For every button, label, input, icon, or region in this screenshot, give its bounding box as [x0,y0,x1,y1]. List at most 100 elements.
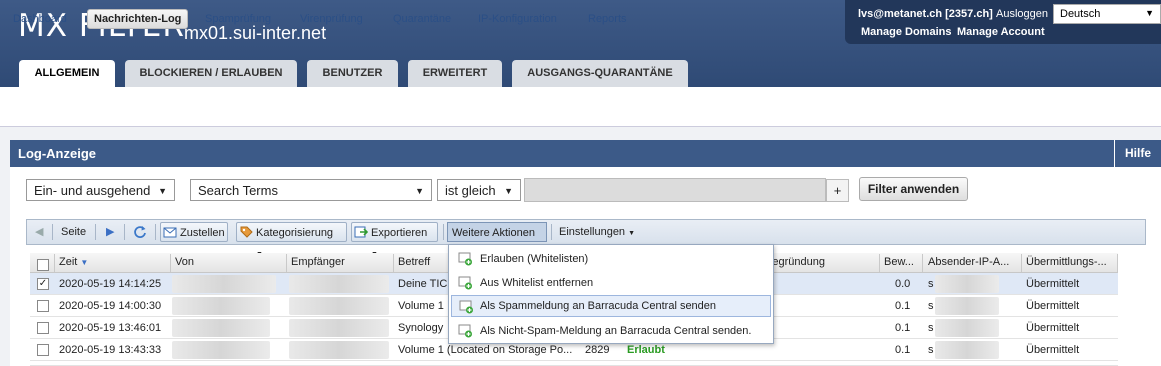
cell-status: Übermittelt [1026,300,1080,312]
menu-item-label: Aus Whitelist entfernen [480,277,594,289]
tab-erweitert[interactable]: ERWEITERT [408,60,502,87]
menu-item-remove-whitelist[interactable]: Aus Whitelist entfernen [451,272,771,294]
redacted-recipient [289,297,389,315]
filter-value-input[interactable] [524,178,826,202]
column-separator [393,254,394,272]
direction-select[interactable]: Ein- und ausgehend ▼ [26,179,175,201]
search-field-value: Search Terms [198,183,278,198]
report-not-spam-icon [458,324,472,338]
cell-score: 0.0 [895,278,911,290]
settings-label: Einstellungen [559,226,626,238]
categorize-label: Kategorisierung [256,227,334,239]
toolbar-separator [52,224,53,240]
column-separator [170,254,171,272]
row-checkbox[interactable] [37,300,49,312]
logout-link[interactable]: Ausloggen [996,8,1048,20]
tab-allgemein[interactable]: ALLGEMEIN [19,60,115,88]
redacted-sender [172,319,270,337]
menu-item-whitelist[interactable]: Erlauben (Whitelisten) [451,248,771,270]
deliver-label: Zustellen [180,227,225,239]
more-actions-menu: Erlauben (Whitelisten) Aus Whitelist ent… [448,244,774,344]
redacted-ip [935,319,999,337]
cell-sender-ip: s [928,300,934,312]
column-header-betreff[interactable]: Betreff [398,256,430,268]
redacted-ip [935,275,999,293]
cell-status: Übermittelt [1026,278,1080,290]
column-separator [286,254,287,272]
search-field-select[interactable]: Search Terms ▼ [190,179,432,201]
chevron-down-icon: ▼ [628,230,636,237]
menu-item-report-spam[interactable]: Als Spammeldung an Barracuda Central sen… [451,295,771,317]
language-value: Deutsch [1060,8,1101,20]
row-checkbox[interactable] [37,344,49,356]
chevron-down-icon: ▼ [158,186,167,196]
operator-select[interactable]: ist gleich ▼ [437,179,521,201]
operator-value: ist gleich [445,183,496,198]
tag-icon [240,226,253,238]
page-label: Seite [61,226,87,238]
manage-domains-link[interactable]: Manage Domains [861,26,951,38]
prev-page-icon[interactable]: ◀ [35,222,43,242]
column-header-von[interactable]: Von [175,256,194,268]
panel-header: Log-Anzeige Hilfe [10,140,1161,167]
chevron-down-icon: ▼ [415,186,424,196]
subnav-quarantaene[interactable]: Quarantäne [393,13,451,25]
table-row[interactable] [30,361,1118,366]
column-separator [54,254,55,272]
more-actions-label: Weitere Aktionen [452,227,535,239]
column-header-uebermittlung[interactable]: Übermittlungs-... [1026,256,1107,268]
menu-item-label: Als Nicht-Spam-Meldung an Barracuda Cent… [480,325,752,337]
column-header-absender-ip[interactable]: Absender-IP-A... [928,256,1009,268]
redacted-sender [172,275,276,293]
cell-score: 0.1 [895,344,911,356]
more-actions-button[interactable]: Weitere Aktionen ▼ [447,222,547,258]
subnav-nachrichten-log[interactable]: Nachrichten-Log [87,9,189,29]
cell-subject: Volume 1 (Located on Storage Po... [398,344,573,356]
redacted-sender [172,297,270,315]
cell-action-allowed: Erlaubt [627,344,665,356]
help-button[interactable]: Hilfe [1114,140,1161,167]
current-user: lvs@metanet.ch [2357.ch] [858,8,993,20]
cell-subject: Synology [398,322,444,334]
column-header-zeit[interactable]: Zeit ▼ [59,256,88,268]
row-checkbox-checked[interactable]: ✓ [37,278,49,290]
column-separator [1021,254,1022,272]
cell-sender-ip: s [928,344,934,356]
column-separator [879,254,880,272]
whitelist-remove-icon [458,276,472,290]
cell-time: 2020-05-19 13:46:01 [59,322,162,334]
subnav-spampruefung[interactable]: Spamprüfung [205,13,271,25]
subnav-reports[interactable]: Reports [588,13,627,25]
tab-blockieren-erlauben[interactable]: BLOCKIEREN / ERLAUBEN [125,60,297,87]
whitelist-add-icon [458,252,472,266]
direction-value: Ein- und ausgehend [34,183,151,198]
chevron-down-icon: ▼ [504,186,513,196]
sub-navigation [0,87,1161,127]
chevron-down-icon: ▼ [1145,8,1154,18]
column-header-bewertung[interactable]: Bew... [884,256,914,268]
subnav-ip-konfiguration[interactable]: IP-Konfiguration [478,13,557,25]
language-select[interactable]: Deutsch ▼ [1053,4,1161,24]
manage-account-link[interactable]: Manage Account [957,26,1045,38]
add-filter-button[interactable]: + [826,179,849,202]
apply-filter-button[interactable]: Filter anwenden [859,177,968,201]
refresh-icon[interactable] [133,225,147,239]
select-all-checkbox[interactable] [37,259,49,271]
cell-status: Übermittelt [1026,344,1080,356]
subnav-dashboard[interactable]: Dashboard [13,13,67,25]
row-checkbox[interactable] [37,322,49,334]
next-page-icon[interactable]: ▶ [106,222,114,242]
menu-item-report-not-spam[interactable]: Als Nicht-Spam-Meldung an Barracuda Cent… [451,320,771,342]
cell-sender-ip: s [928,322,934,334]
report-spam-icon [459,300,473,314]
toolbar-separator [551,224,552,240]
sort-desc-icon: ▼ [80,258,89,267]
panel-title: Log-Anzeige [18,146,96,161]
tab-ausgangs-quarantaene[interactable]: AUSGANGS-QUARANTÄNE [512,60,688,87]
export-label: Exportieren [371,227,428,239]
column-header-empfaenger[interactable]: Empfänger [291,256,345,268]
subnav-virenpruefung[interactable]: Virenprüfung [300,13,363,25]
tab-benutzer[interactable]: BENUTZER [307,60,398,87]
settings-button[interactable]: Einstellungen ▼ [559,222,635,242]
menu-item-label: Erlauben (Whitelisten) [480,253,589,265]
